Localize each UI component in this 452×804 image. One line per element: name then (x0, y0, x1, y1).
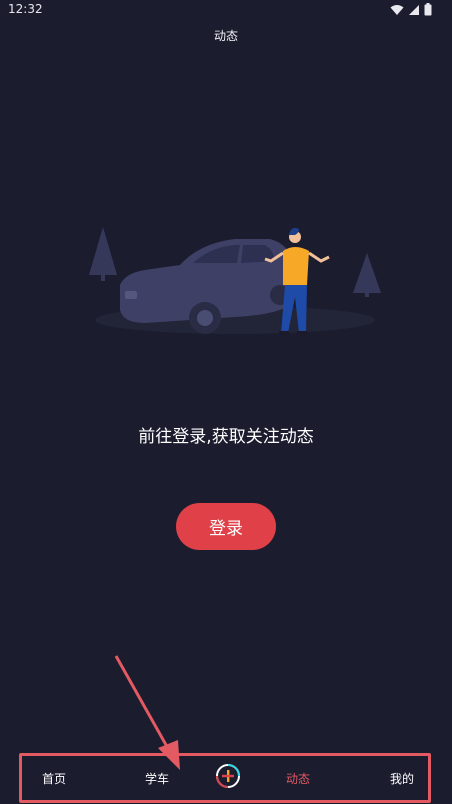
tab-moments-label: 动态 (285, 771, 310, 786)
login-button[interactable]: 登录 (176, 503, 276, 550)
car-and-person-illustration (85, 215, 385, 345)
signal-icon (408, 1, 420, 20)
tab-learn-driving-label: 学车 (144, 771, 169, 786)
annotation-arrow (114, 655, 180, 770)
tab-publish[interactable] (215, 763, 241, 789)
plus-icon (216, 764, 240, 788)
tab-mine[interactable]: 我的 (378, 756, 426, 800)
bottom-tab-bar: 首页 学车 动态 我的 (19, 753, 431, 803)
tab-learn-driving[interactable]: 学车 (133, 756, 181, 800)
login-prompt: 前往登录,获取关注动态 (138, 427, 314, 447)
tab-moments[interactable]: 动态 (274, 756, 322, 800)
status-bar: 12:32 (0, 0, 452, 20)
page-title: 动态 (213, 28, 238, 43)
tab-home[interactable]: 首页 (30, 756, 78, 800)
header: 动态 (0, 22, 452, 48)
battery-icon (424, 1, 432, 20)
status-icons (390, 1, 432, 20)
wifi-icon (390, 1, 404, 20)
tab-mine-label: 我的 (389, 771, 414, 786)
tab-home-label: 首页 (41, 771, 66, 786)
tree-right-icon (353, 253, 381, 297)
tree-left-icon (89, 227, 117, 281)
status-time: 12:32 (8, 2, 43, 16)
